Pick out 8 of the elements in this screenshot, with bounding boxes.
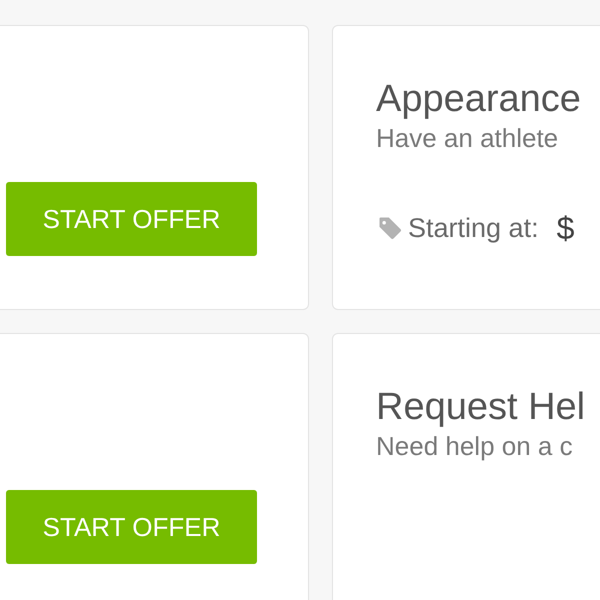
- card-description: Have an athlete: [376, 122, 560, 154]
- card-description: Need help on a c: [376, 430, 574, 462]
- price-label: Starting at:: [408, 212, 539, 245]
- card-title: Appearance: [376, 77, 582, 122]
- start-offer-button[interactable]: START OFFER: [6, 182, 257, 256]
- start-offer-button[interactable]: START OFFER: [6, 490, 257, 564]
- price-value: $: [556, 209, 574, 248]
- card-title: Request Hel: [376, 385, 586, 430]
